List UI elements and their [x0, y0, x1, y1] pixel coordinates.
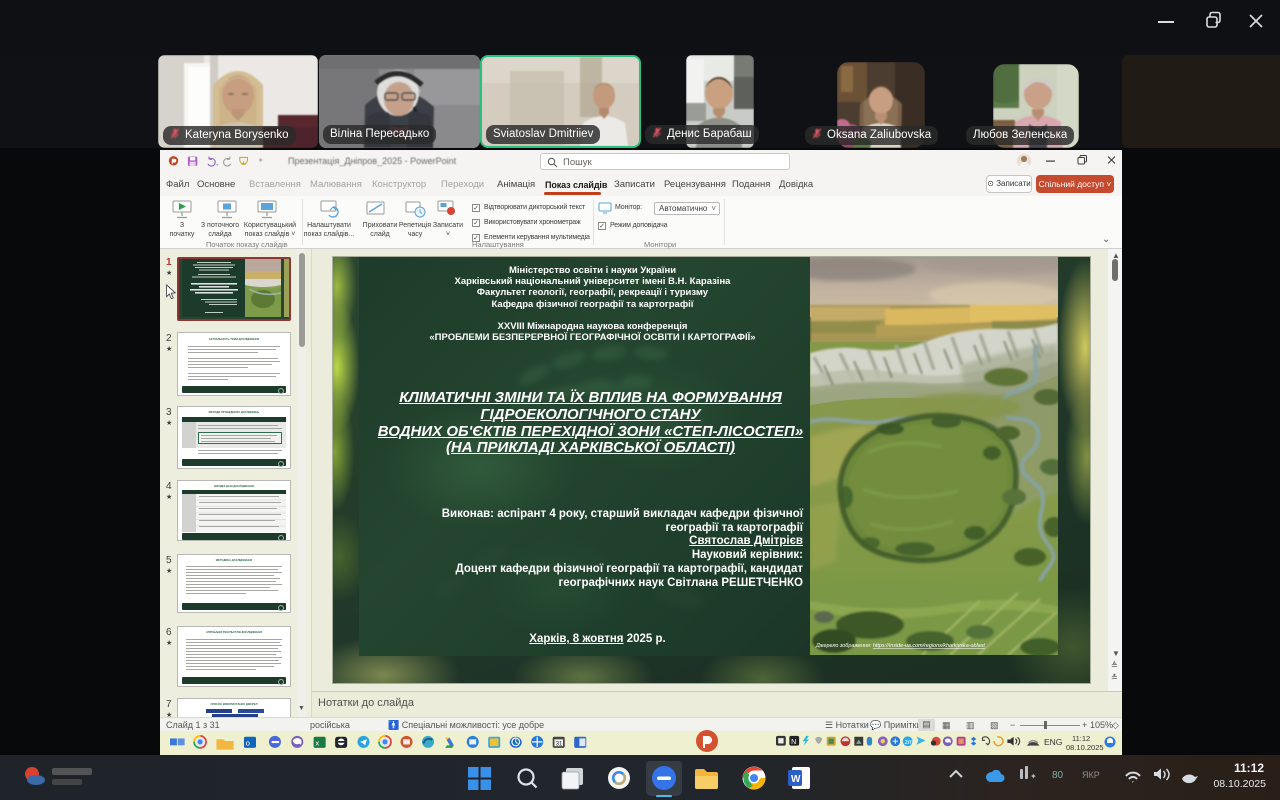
svg-text:ЯКР: ЯКР — [1082, 770, 1100, 780]
svg-text:Джерело зображення: https://in: Джерело зображення: https://inside-ua.co… — [815, 643, 985, 649]
svg-text:W: W — [791, 774, 801, 785]
svg-text:o: o — [246, 738, 250, 747]
svg-text:31: 31 — [556, 741, 563, 747]
svg-text:zm: zm — [905, 739, 914, 746]
svg-text:ENG: ENG — [1044, 737, 1062, 747]
svg-text:08.10.2025: 08.10.2025 — [1066, 743, 1104, 752]
svg-text:N: N — [791, 738, 796, 746]
svg-text:x: x — [315, 738, 319, 747]
svg-text:80: 80 — [1052, 770, 1064, 781]
svg-text:✦: ✦ — [1030, 772, 1037, 781]
svg-text:11:12: 11:12 — [1072, 734, 1090, 743]
